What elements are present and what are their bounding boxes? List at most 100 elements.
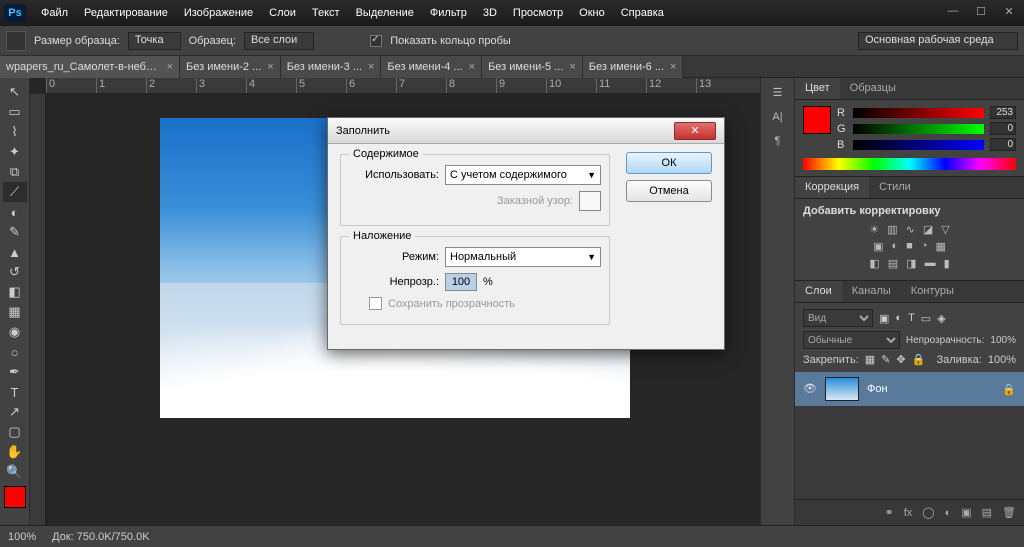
lasso-tool[interactable]: ⌇ <box>3 122 27 142</box>
mask-icon[interactable]: ◯ <box>922 506 934 519</box>
r-value[interactable]: 253 <box>990 106 1016 119</box>
lock-all-icon[interactable]: 🔒 <box>912 353 926 366</box>
opacity-value[interactable]: 100% <box>990 335 1016 346</box>
r-slider[interactable] <box>853 108 984 118</box>
adj-mixer-icon[interactable]: ▦ <box>935 240 945 253</box>
adj-selective-icon[interactable]: ▮ <box>944 257 950 270</box>
color-swatch[interactable] <box>803 106 831 134</box>
shape-tool[interactable]: ▢ <box>3 422 27 442</box>
layer-row[interactable]: 👁 Фон 🔒 <box>795 372 1024 406</box>
pen-tool[interactable]: ✒ <box>3 362 27 382</box>
g-slider[interactable] <box>853 124 984 134</box>
menu-filter[interactable]: Фильтр <box>423 4 474 22</box>
wand-tool[interactable]: ✦ <box>3 142 27 162</box>
zoom-level[interactable]: 100% <box>8 531 36 543</box>
foreground-color[interactable] <box>4 486 26 508</box>
lock-pixels-icon[interactable]: ✎ <box>881 353 890 366</box>
adj-brightness-icon[interactable]: ☀ <box>869 223 879 236</box>
adj-threshold-icon[interactable]: ◨ <box>906 257 916 270</box>
adj-hue-icon[interactable]: ▣ <box>873 240 883 253</box>
new-layer-icon[interactable]: ▤ <box>982 506 992 519</box>
filter-smart-icon[interactable]: ◈ <box>937 312 945 325</box>
menu-image[interactable]: Изображение <box>177 4 260 22</box>
adj-poster-icon[interactable]: ▤ <box>888 257 898 270</box>
adj-curves-icon[interactable]: ∿ <box>906 223 915 236</box>
menu-file[interactable]: Файл <box>34 4 75 22</box>
menu-layers[interactable]: Слои <box>262 4 303 22</box>
b-value[interactable]: 0 <box>990 138 1016 151</box>
new-group-icon[interactable]: ▣ <box>961 506 971 519</box>
menu-edit[interactable]: Редактирование <box>77 4 175 22</box>
cancel-button[interactable]: Отмена <box>626 180 712 202</box>
dialog-close-button[interactable]: ✕ <box>674 122 716 140</box>
doc-tab-1[interactable]: Без имени-2 ...× <box>180 56 281 78</box>
stamp-tool[interactable]: ▲ <box>3 242 27 262</box>
link-layers-icon[interactable]: ⚭ <box>884 506 893 519</box>
heal-tool[interactable]: ◐ <box>3 202 27 222</box>
new-fill-icon[interactable]: ◐ <box>945 507 952 519</box>
adj-invert-icon[interactable]: ◧ <box>869 257 879 270</box>
doc-tab-2[interactable]: Без имени-3 ...× <box>281 56 382 78</box>
workspace-select[interactable]: Основная рабочая среда <box>858 32 1018 50</box>
blend-mode-select[interactable]: Обычные <box>803 331 900 349</box>
paragraph-icon[interactable]: ¶ <box>775 135 781 147</box>
close-icon[interactable]: × <box>167 61 173 73</box>
path-tool[interactable]: ↗ <box>3 402 27 422</box>
sample-size-select[interactable]: Точка <box>128 32 181 50</box>
close-icon[interactable]: × <box>569 61 575 73</box>
marquee-tool[interactable]: ▭ <box>3 102 27 122</box>
close-icon[interactable]: × <box>469 61 475 73</box>
g-value[interactable]: 0 <box>990 122 1016 135</box>
tab-styles[interactable]: Стили <box>869 177 921 198</box>
lock-transparent-icon[interactable]: ▦ <box>865 353 875 366</box>
adj-photo-icon[interactable]: ◔ <box>921 240 928 253</box>
tab-paths[interactable]: Контуры <box>901 281 964 302</box>
minimize-button[interactable]: — <box>942 5 964 21</box>
zoom-tool[interactable]: 🔍 <box>3 462 27 482</box>
menu-help[interactable]: Справка <box>614 4 671 22</box>
show-ring-checkbox[interactable] <box>370 35 382 47</box>
filter-shape-icon[interactable]: ▭ <box>921 312 931 325</box>
mode-select[interactable]: Нормальный▼ <box>445 247 601 267</box>
close-icon[interactable]: × <box>670 61 676 73</box>
filter-image-icon[interactable]: ▣ <box>879 312 889 325</box>
eraser-tool[interactable]: ◧ <box>3 282 27 302</box>
move-tool[interactable]: ↖ <box>3 82 27 102</box>
adj-levels-icon[interactable]: ▥ <box>887 223 897 236</box>
gradient-tool[interactable]: ▦ <box>3 302 27 322</box>
layer-filter-select[interactable]: Вид <box>803 309 873 327</box>
adj-exposure-icon[interactable]: ◪ <box>923 223 933 236</box>
eyedropper-tool[interactable]: ⟋ <box>3 182 27 202</box>
tab-adjustments[interactable]: Коррекция <box>795 177 869 198</box>
adj-vibrance-icon[interactable]: ▽ <box>941 223 949 236</box>
history-icon[interactable]: ☰ <box>773 86 783 99</box>
tab-channels[interactable]: Каналы <box>842 281 901 302</box>
fill-value[interactable]: 100% <box>988 354 1016 366</box>
menu-window[interactable]: Окно <box>572 4 612 22</box>
character-icon[interactable]: A| <box>772 111 782 123</box>
delete-layer-icon[interactable]: 🗑 <box>1002 506 1016 519</box>
ok-button[interactable]: ОК <box>626 152 712 174</box>
layer-thumbnail[interactable] <box>825 377 859 401</box>
lock-position-icon[interactable]: ✥ <box>896 353 905 366</box>
blur-tool[interactable]: ◉ <box>3 322 27 342</box>
close-button[interactable]: ✕ <box>998 5 1020 21</box>
menu-select[interactable]: Выделение <box>349 4 421 22</box>
dialog-titlebar[interactable]: Заполнить ✕ <box>328 118 724 144</box>
menu-view[interactable]: Просмотр <box>506 4 570 22</box>
filter-type-icon[interactable]: T <box>908 312 915 324</box>
tab-swatches[interactable]: Образцы <box>840 78 906 99</box>
active-tool-icon[interactable] <box>6 31 26 51</box>
doc-tab-0[interactable]: wpapers_ru_Самолет-в-небе.jpg @ 100% (RG… <box>0 56 180 78</box>
doc-tab-4[interactable]: Без имени-5 ...× <box>482 56 583 78</box>
doc-tab-3[interactable]: Без имени-4 ...× <box>381 56 482 78</box>
layer-name[interactable]: Фон <box>867 383 888 395</box>
close-icon[interactable]: × <box>267 61 273 73</box>
adj-bw-icon[interactable]: ■ <box>906 240 913 253</box>
visibility-icon[interactable]: 👁 <box>803 382 817 396</box>
menu-3d[interactable]: 3D <box>476 4 504 22</box>
b-slider[interactable] <box>853 140 984 150</box>
close-icon[interactable]: × <box>368 61 374 73</box>
menu-text[interactable]: Текст <box>305 4 347 22</box>
hand-tool[interactable]: ✋ <box>3 442 27 462</box>
